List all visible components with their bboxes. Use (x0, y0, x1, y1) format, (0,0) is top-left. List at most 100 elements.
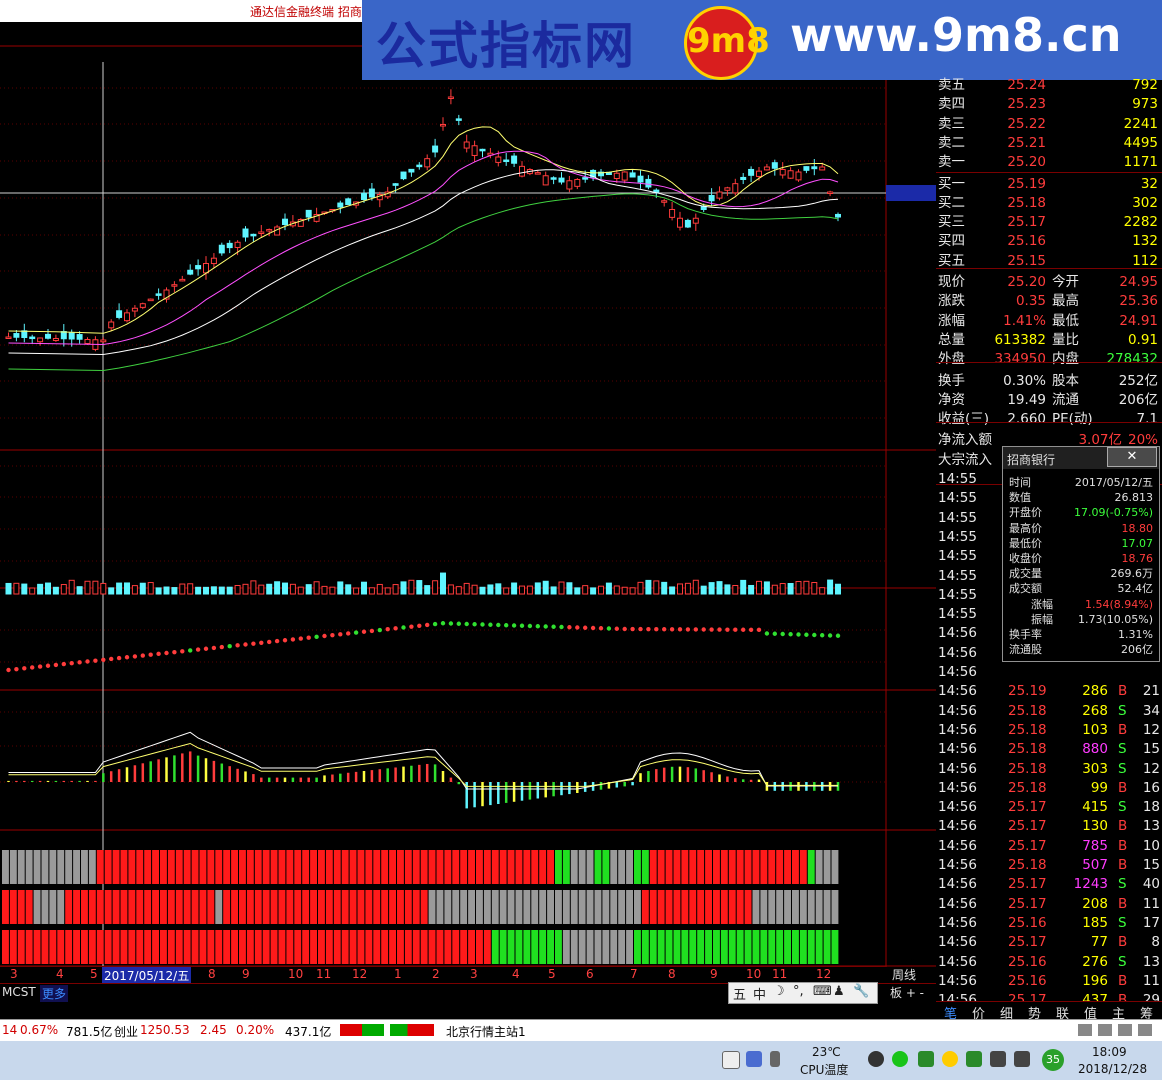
signal-block (720, 890, 728, 924)
tray-icon[interactable] (746, 1051, 762, 1067)
candle-body (147, 298, 154, 302)
candle-body (242, 228, 249, 238)
volume-bar (361, 581, 367, 595)
tick-direction: B (1118, 683, 1128, 700)
signal-block (728, 890, 736, 924)
candle-body (669, 209, 676, 218)
tab-more[interactable]: 更多 (40, 985, 69, 1002)
signal-block (460, 890, 468, 924)
signal-block (191, 930, 199, 964)
close-button[interactable]: ✕ (1107, 447, 1157, 467)
badge-icon[interactable]: 35 (1042, 1049, 1064, 1071)
network-icon[interactable] (990, 1051, 1006, 1067)
bid-volume: 132 (1132, 233, 1158, 250)
signal-block (776, 890, 784, 924)
signal-block (215, 850, 223, 884)
date-tick: 7 (630, 967, 638, 981)
ime-button[interactable]: °, (793, 984, 804, 999)
popup-header[interactable]: 招商银行 ✕ (1003, 447, 1159, 469)
tray-arrow-icon[interactable] (770, 1051, 780, 1067)
volume-bar (716, 581, 723, 595)
signal-block (428, 850, 436, 884)
period-button[interactable]: 周线 (892, 966, 916, 983)
candle-body (716, 191, 723, 199)
indicator-dot (369, 628, 375, 634)
quote-row: 外盘 334950 内盘 278432 (936, 350, 1162, 369)
notification-icon[interactable] (868, 1051, 884, 1067)
bid-volume: 302 (1132, 194, 1158, 211)
ime-button[interactable]: ♟ (833, 984, 845, 999)
ime-toolbar[interactable]: 五中 ☽ °, ⌨ ♟ 🔧 (728, 982, 878, 1004)
tick-price: 25.19 (1008, 683, 1047, 700)
ime-button[interactable]: ⌨ (813, 984, 832, 999)
chart-area[interactable] (0, 22, 936, 967)
signal-block (120, 890, 128, 924)
candle-body (408, 168, 415, 173)
shield-icon[interactable] (966, 1051, 982, 1067)
indicator-dot (417, 623, 422, 628)
indicator-dot (243, 642, 248, 647)
ime-button[interactable]: 中 (753, 984, 766, 1003)
signal-block (736, 930, 744, 964)
layout-icon-2[interactable] (1098, 1024, 1112, 1036)
ime-button[interactable]: ☽ (773, 984, 785, 999)
tick-direction: S (1118, 741, 1127, 758)
indicator-dot (203, 646, 209, 651)
security-icon[interactable] (918, 1051, 934, 1067)
tick-price: 25.18 (1008, 741, 1047, 758)
popup-key: 开盘价 (1009, 506, 1042, 520)
volume-icon[interactable] (1014, 1051, 1030, 1067)
indicator-dot (764, 631, 770, 636)
bid-row: 买二 25.18 302 (936, 194, 1162, 213)
signal-block (720, 930, 728, 964)
plus-icon[interactable] (942, 1051, 958, 1067)
signal-block (144, 850, 152, 884)
tick-time: 14:56 (938, 683, 977, 700)
signal-block (404, 930, 412, 964)
volume-bar (408, 579, 415, 595)
tab-mcst[interactable]: MCST (2, 985, 36, 999)
tick-count: 10 (1142, 837, 1160, 854)
tick-row: 14:56 25.19 286 B 21 (936, 682, 1162, 701)
signal-block (665, 850, 673, 884)
zoom-controls[interactable]: 板 + - (890, 984, 924, 1001)
tick-time: 14:56 (938, 702, 977, 719)
tick-price: 25.18 (1008, 779, 1047, 796)
quote-value: 1.41% (1003, 312, 1046, 329)
volume-bar (171, 587, 178, 595)
signal-block (420, 890, 428, 924)
date-tick: 5 (90, 967, 98, 981)
quote-label: PE(动) (1052, 411, 1093, 428)
wechat-icon[interactable] (892, 1051, 908, 1067)
signal-block (404, 890, 412, 924)
candle-body (795, 171, 802, 181)
volume-bar (724, 584, 731, 595)
ime-button[interactable]: 🔧 (853, 984, 869, 999)
volume-bar (795, 581, 802, 595)
signal-block (618, 850, 626, 884)
volume-bar (471, 584, 478, 595)
signal-block (302, 890, 310, 924)
date-tick: 9 (710, 967, 718, 981)
signal-block (175, 930, 183, 964)
ime-button[interactable]: 五 (733, 984, 746, 1003)
popup-key: 涨幅 (1031, 597, 1053, 611)
layout-icon-4[interactable] (1138, 1024, 1152, 1036)
volume-bar (684, 582, 691, 595)
volume-bar (463, 582, 470, 595)
layout-icon[interactable] (1078, 1024, 1092, 1036)
ime-tray-icon[interactable] (722, 1051, 740, 1069)
data-window-popup[interactable]: 招商银行 ✕ 时间 2017/05/12/五 数值 26.813 开盘价 17.09… (1002, 446, 1160, 662)
signal-block (744, 890, 752, 924)
candle-body (495, 156, 502, 163)
date-tick: 3 (470, 967, 478, 981)
tick-price: 25.17 (1008, 934, 1047, 951)
signal-block (333, 930, 341, 964)
layout-icon-3[interactable] (1118, 1024, 1132, 1036)
signal-block (610, 850, 618, 884)
signal-block (73, 850, 80, 884)
ask-price: 25.22 (1007, 115, 1046, 132)
quote-value: 0.35 (1015, 293, 1046, 310)
server-name[interactable]: 北京行情主站1 (446, 1023, 526, 1040)
signal-block (491, 850, 499, 884)
